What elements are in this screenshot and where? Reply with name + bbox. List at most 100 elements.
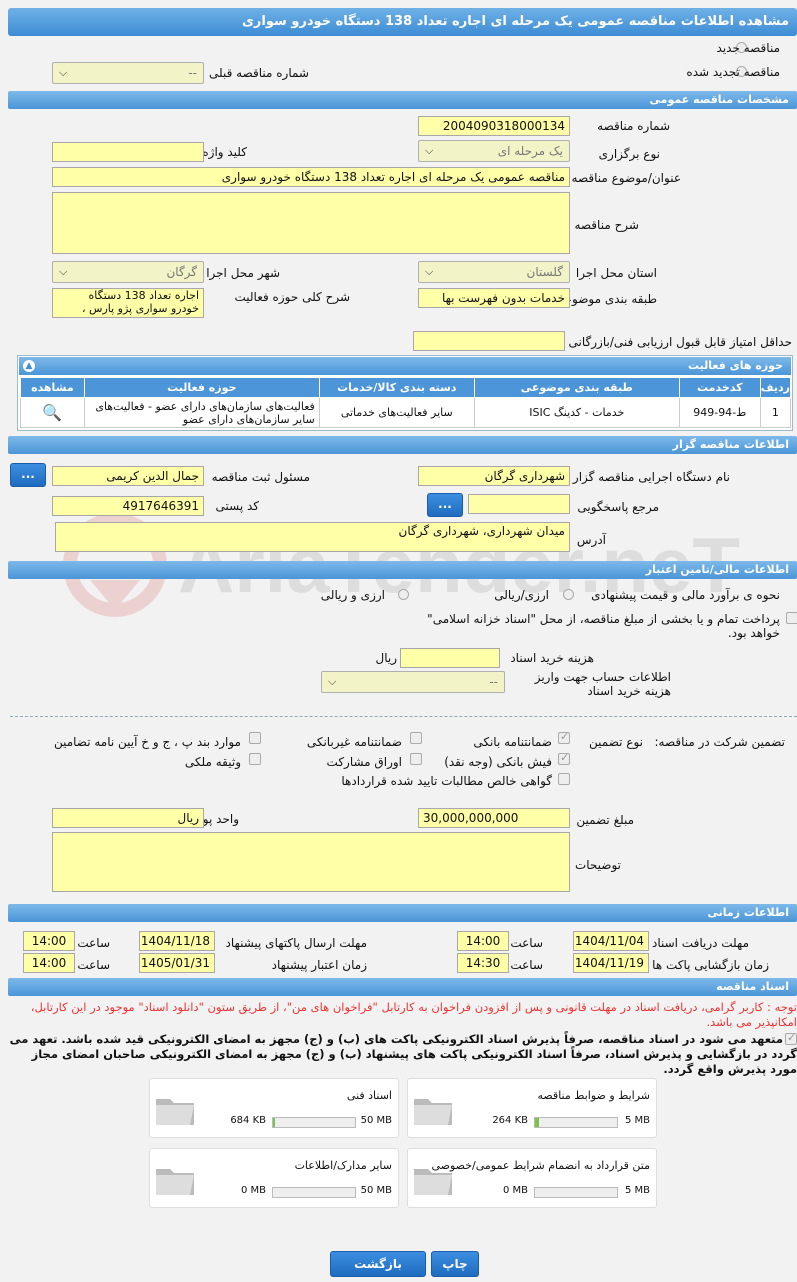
section-general: مشخصات مناقصه عمومی bbox=[8, 91, 797, 109]
file-progress bbox=[534, 1187, 618, 1198]
resp-field[interactable]: جمال الدین کریمی bbox=[52, 466, 204, 486]
validity-label: زمان اعتبار پیشنهاد bbox=[271, 958, 367, 972]
subject-field[interactable]: مناقصه عمومی یک مرحله ای اجاره تعداد 138… bbox=[52, 167, 570, 187]
desc-field[interactable] bbox=[52, 192, 570, 254]
amount-field[interactable]: 30,000,000,000 bbox=[418, 808, 570, 828]
min-score-field[interactable] bbox=[413, 331, 565, 351]
time-label: ساعت bbox=[510, 936, 543, 950]
new-tender-label: مناقصه جدید bbox=[716, 41, 780, 55]
validity-time-field[interactable]: 14:00 bbox=[23, 953, 75, 973]
file-size: 684 KB bbox=[230, 1115, 266, 1126]
section-finance: اطلاعات مالی/تامین اعتبار bbox=[8, 561, 797, 579]
city-select[interactable]: گرگان ⌵ bbox=[52, 261, 204, 283]
folder-icon bbox=[154, 1163, 196, 1197]
account-select[interactable]: -- ⌵ bbox=[321, 671, 505, 693]
col-category: طبقه بندی موضوعی bbox=[473, 377, 680, 398]
ref-lookup-button[interactable]: ... bbox=[427, 493, 463, 517]
time-label: ساعت bbox=[77, 936, 110, 950]
file-box-contract[interactable]: متن قرارداد به انضمام شرایط عمومی/خصوصی … bbox=[407, 1148, 657, 1208]
open-field[interactable]: 1404/11/19 bbox=[573, 953, 649, 973]
treasury-checkbox[interactable] bbox=[786, 612, 797, 624]
submit-time-field[interactable]: 14:00 bbox=[23, 931, 75, 951]
file-max: 5 MB bbox=[624, 1115, 650, 1126]
type-select[interactable]: یک مرحله ای ⌵ bbox=[418, 140, 570, 162]
keyword-field[interactable] bbox=[52, 142, 204, 162]
file-name: اسناد فنی bbox=[346, 1089, 392, 1102]
receivables-label: گواهی خالص مطالبات تایید شده قراردادها bbox=[341, 774, 552, 788]
col-row: ردیف bbox=[759, 377, 792, 398]
folder-icon bbox=[412, 1093, 454, 1127]
doc-time-field[interactable]: 14:00 bbox=[457, 931, 509, 951]
notes-field[interactable] bbox=[52, 832, 570, 892]
view-cell: 🔍 bbox=[20, 397, 85, 428]
desc-label: شرح مناقصه bbox=[574, 218, 639, 232]
scope-field[interactable]: اجاره تعداد 138 دستگاه خودرو سواری پژو پ… bbox=[52, 288, 204, 318]
estimate-opt2-label: ارزی و ریالی bbox=[320, 588, 385, 602]
number-label: شماره مناقصه bbox=[597, 119, 670, 133]
postal-label: کد پستی bbox=[215, 499, 260, 513]
time-label: ساعت bbox=[510, 958, 543, 972]
keyword-label: کلید واژه bbox=[202, 145, 247, 159]
row-group: سایر فعالیت‌های خدماتی bbox=[318, 397, 475, 428]
file-box-other[interactable]: سایر مدارک/اطلاعات 50 MB 0 MB bbox=[149, 1148, 399, 1208]
file-box-tech[interactable]: اسناد فنی 50 MB 684 KB bbox=[149, 1078, 399, 1138]
subject-label: عنوان/موضوع مناقصه bbox=[571, 171, 681, 185]
province-select[interactable]: گلستان ⌵ bbox=[418, 261, 570, 283]
open-time-field[interactable]: 14:30 bbox=[457, 953, 509, 973]
chevron-down-icon: ⌵ bbox=[425, 144, 434, 157]
file-progress bbox=[534, 1117, 618, 1128]
magnifier-icon[interactable]: 🔍 bbox=[42, 403, 62, 422]
org-field[interactable]: شهرداری گرگان bbox=[418, 466, 570, 486]
regulation-items-label: موارد بند پ ، ج و خ آیین نامه تضامین bbox=[53, 735, 241, 749]
account-label: اطلاعات حساب جهت واریز هزینه خرید اسناد bbox=[534, 670, 671, 698]
folder-icon bbox=[154, 1093, 196, 1127]
bank-receipt-checkbox[interactable] bbox=[558, 751, 570, 765]
resp-lookup-button[interactable]: ... bbox=[10, 463, 46, 487]
prev-number-label: شماره مناقصه قبلی bbox=[209, 66, 309, 80]
collapse-icon[interactable]: ▲ bbox=[23, 360, 35, 372]
bank-receipt-label: فیش بانکی (وجه نقد) bbox=[444, 755, 552, 769]
section-organizer: اطلاعات مناقصه گزار bbox=[8, 436, 797, 454]
unit-field[interactable]: ریال bbox=[52, 808, 204, 828]
file-box-terms[interactable]: شرایط و ضوابط مناقصه 5 MB 264 KB bbox=[407, 1078, 657, 1138]
estimate-label: نحوه ی برآورد مالی و قیمت پیشنهادی bbox=[591, 588, 780, 602]
regulation-items-checkbox[interactable] bbox=[249, 732, 261, 744]
fee-field[interactable] bbox=[400, 648, 500, 668]
fee-label: هزینه خرید اسناد bbox=[510, 651, 594, 665]
nonbank-guarantee-checkbox[interactable] bbox=[410, 732, 422, 744]
doc-deadline-field[interactable]: 1404/11/04 bbox=[573, 931, 649, 951]
chevron-down-icon: ⌵ bbox=[59, 66, 68, 79]
print-button[interactable]: چاپ bbox=[431, 1251, 479, 1277]
bank-guarantee-checkbox[interactable] bbox=[558, 730, 570, 744]
file-progress bbox=[272, 1117, 356, 1128]
back-button[interactable]: بازگشت bbox=[330, 1251, 426, 1277]
addr-field[interactable]: میدان شهرداری، شهرداری گرگان bbox=[55, 522, 570, 552]
resp-label: مسئول ثبت مناقصه bbox=[211, 470, 310, 484]
submit-field[interactable]: 1404/11/18 bbox=[139, 931, 215, 951]
row-num: 1 bbox=[759, 397, 792, 428]
postal-field[interactable]: 4917646391 bbox=[52, 496, 204, 516]
file-size: 264 KB bbox=[492, 1115, 528, 1126]
bonds-checkbox[interactable] bbox=[410, 753, 422, 765]
province-label: استان محل اجرا bbox=[575, 266, 657, 280]
validity-field[interactable]: 1405/01/31 bbox=[139, 953, 215, 973]
folder-icon bbox=[412, 1163, 454, 1197]
col-code: کدخدمت bbox=[678, 377, 761, 398]
prev-number-select[interactable]: -- ⌵ bbox=[52, 62, 204, 84]
section-activity: حوزه های فعالیت ▲ bbox=[19, 357, 791, 375]
bank-guarantee-label: ضمانتنامه بانکی bbox=[473, 735, 552, 749]
col-field: حوزه فعالیت bbox=[83, 377, 320, 398]
category-field[interactable]: خدمات بدون فهرست بها bbox=[418, 288, 570, 308]
estimate-opt2-radio[interactable] bbox=[398, 589, 409, 600]
receivables-checkbox[interactable] bbox=[558, 773, 570, 785]
file-max: 50 MB bbox=[360, 1185, 392, 1196]
chevron-down-icon: ⌵ bbox=[425, 265, 434, 278]
treasury-text: پرداخت تمام و یا بخشی از مبلغ مناقصه، از… bbox=[427, 612, 780, 640]
estimate-opt1-radio[interactable] bbox=[563, 589, 574, 600]
property-checkbox[interactable] bbox=[249, 753, 261, 765]
ref-field[interactable] bbox=[468, 494, 570, 514]
divider bbox=[10, 716, 797, 717]
tender-number-field[interactable]: 2004090318000134 bbox=[418, 116, 570, 136]
category-label: طبقه بندی موضوعی bbox=[554, 292, 657, 306]
chevron-down-icon: ⌵ bbox=[328, 675, 337, 688]
